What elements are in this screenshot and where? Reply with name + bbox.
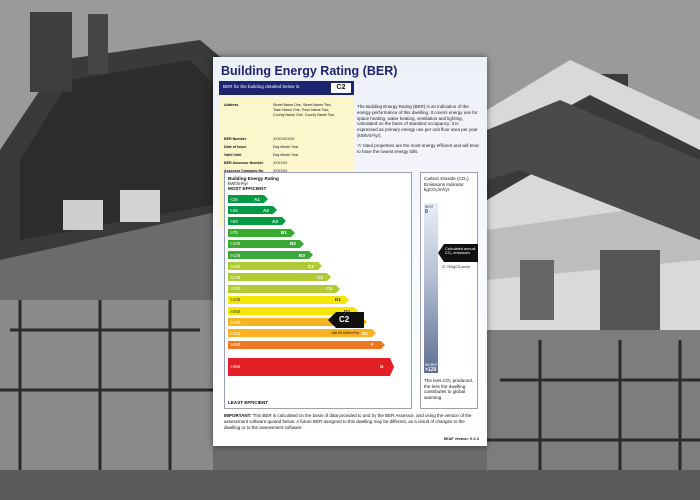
rating-band-f: >380 F (228, 340, 386, 349)
rating-band-a2: >25 A2 (228, 206, 278, 215)
least-efficient-label: LEAST EFFICIENT (228, 400, 269, 405)
important-notice: IMPORTANT: This BER is calculated on the… (224, 413, 480, 430)
rating-band-grade: C3 (326, 286, 332, 292)
rating-band-shape (228, 340, 385, 349)
rating-band-grade: G (380, 364, 384, 370)
rating-band-b2: >100 B2 (228, 239, 305, 248)
rating-band-range: >340 (230, 330, 241, 336)
assessor-number-value: XXXXXX (273, 161, 288, 165)
date-of-issue-label: Date of Issue (224, 145, 247, 149)
rating-band-range: >450 (230, 364, 241, 370)
rating-band-fill (228, 284, 340, 293)
rating-band-d1: >225 D1 (228, 295, 350, 304)
rating-band-range: >200 (230, 286, 241, 292)
ber-number-label: BER Number (224, 137, 247, 141)
important-label: IMPORTANT: (224, 413, 252, 418)
co2-title-text: Carbon Dioxide (CO₂) Emissions Indicator (424, 176, 469, 187)
most-efficient-label: MOST EFFICIENT (228, 186, 267, 191)
energy-rating-panel: Building Energy Rating kWh/m²/yr MOST EF… (224, 172, 412, 409)
address-label: Address (224, 103, 239, 107)
rating-band-fill (228, 340, 385, 349)
valid-until-value: Day Month Year (273, 153, 299, 157)
rating-band-grade: A3 (272, 218, 278, 224)
description-paragraph: The Building Energy Rating (BER) is an i… (357, 104, 478, 138)
rating-band-a3: >50 A3 (228, 217, 287, 226)
co2-emissions-panel: Carbon Dioxide (CO₂) Emissions Indicator… (420, 172, 478, 409)
rating-band-a1: <25 A1 (228, 195, 269, 203)
ber-summary-label: BER for the building detailed below is: (223, 84, 301, 89)
rating-band-grade: B2 (290, 241, 296, 247)
rating-band-range: >125 (230, 252, 241, 258)
deap-version: DEAP Version: X.X.X (443, 437, 479, 441)
rating-band-grade: B1 (281, 230, 287, 236)
co2-unit: kgCO₂/m²/yr (424, 187, 450, 193)
date-of-issue-value: Day Month Year (273, 145, 299, 149)
rating-band-range: >150 (230, 263, 241, 269)
certificate-title: Building Energy Rating (BER) (221, 64, 398, 78)
rating-band-grade: C2 (317, 274, 323, 280)
rating-band-c2: >175 C2 (228, 273, 332, 282)
rating-band-shape (228, 357, 394, 376)
rating-band-range: <25 (230, 196, 238, 202)
rating-band-fill (228, 273, 331, 282)
rating-band-range: >175 (230, 274, 241, 280)
ber-number-value: XXXXXXXXX (273, 137, 295, 141)
rating-band-grade: D1 (335, 297, 341, 303)
rating-band-range: >75 (230, 230, 238, 236)
ber-description: The Building Energy Rating (BER) is an i… (357, 104, 479, 158)
rating-band-grade: A2 (263, 207, 269, 213)
rating-band-fill (228, 357, 394, 376)
rating-band-range: >100 (230, 241, 241, 247)
co2-worst-value: >120 (425, 367, 437, 373)
co2-note: The less CO₂ produced, the less the dwel… (424, 378, 474, 400)
ber-value-box: C2 (330, 82, 352, 94)
rating-band-range: >300 (230, 319, 241, 325)
co2-value: 37.78 kgCO₂/m²/yr (442, 265, 471, 269)
rating-band-grade: C1 (308, 263, 314, 269)
rating-band-fill (228, 295, 349, 304)
description-paragraph: ‘A’ rated properties are the most energy… (357, 142, 479, 154)
rating-band-g: >450 G (228, 357, 395, 376)
rating-band-b1: >75 B1 (228, 228, 296, 237)
important-text: This BER is calculated on the basis of d… (224, 413, 472, 430)
rating-band-shape (228, 284, 340, 293)
rating-band-grade: B3 (299, 252, 305, 258)
rating-band-range: >50 (230, 218, 238, 224)
address-lines: Street Name One, Street Name Two, Town N… (273, 103, 334, 118)
rating-band-b3: >125 B3 (228, 251, 314, 259)
ber-certificate: Building Energy Rating (BER) BER for the… (213, 57, 487, 446)
current-rating-value: 186.69 kWh/m²/yr (331, 331, 360, 335)
co2-best-value: 0 (425, 209, 428, 215)
rating-band-c1: >150 C1 (228, 262, 323, 271)
assessor-number-label: BER Assessor Number (224, 161, 264, 165)
rating-band-range: >225 (230, 297, 241, 303)
rating-band-range: >260 (230, 308, 241, 314)
co2-title: Carbon Dioxide (CO₂) Emissions Indicator… (424, 176, 478, 193)
current-rating-grade: C2 (339, 315, 350, 324)
rating-band-grade: E2 (362, 330, 368, 336)
valid-until-label: Valid Until (224, 153, 242, 157)
rating-band-grade: F (371, 342, 374, 348)
rating-band-c3: >200 C3 (228, 284, 341, 293)
rating-band-range: >25 (230, 207, 238, 213)
co2-arrow-label: Calculated annual CO₂ emissions (445, 247, 476, 256)
rating-band-shape (228, 295, 349, 304)
rating-band-range: >380 (230, 342, 241, 348)
address-line: County Name One, County Name Two (273, 113, 335, 117)
rating-band-grade: A1 (254, 196, 260, 202)
co2-scale-bar: BEST 0 WORST >120 (424, 203, 438, 373)
ber-summary-bar: BER for the building detailed below is: … (219, 81, 354, 95)
